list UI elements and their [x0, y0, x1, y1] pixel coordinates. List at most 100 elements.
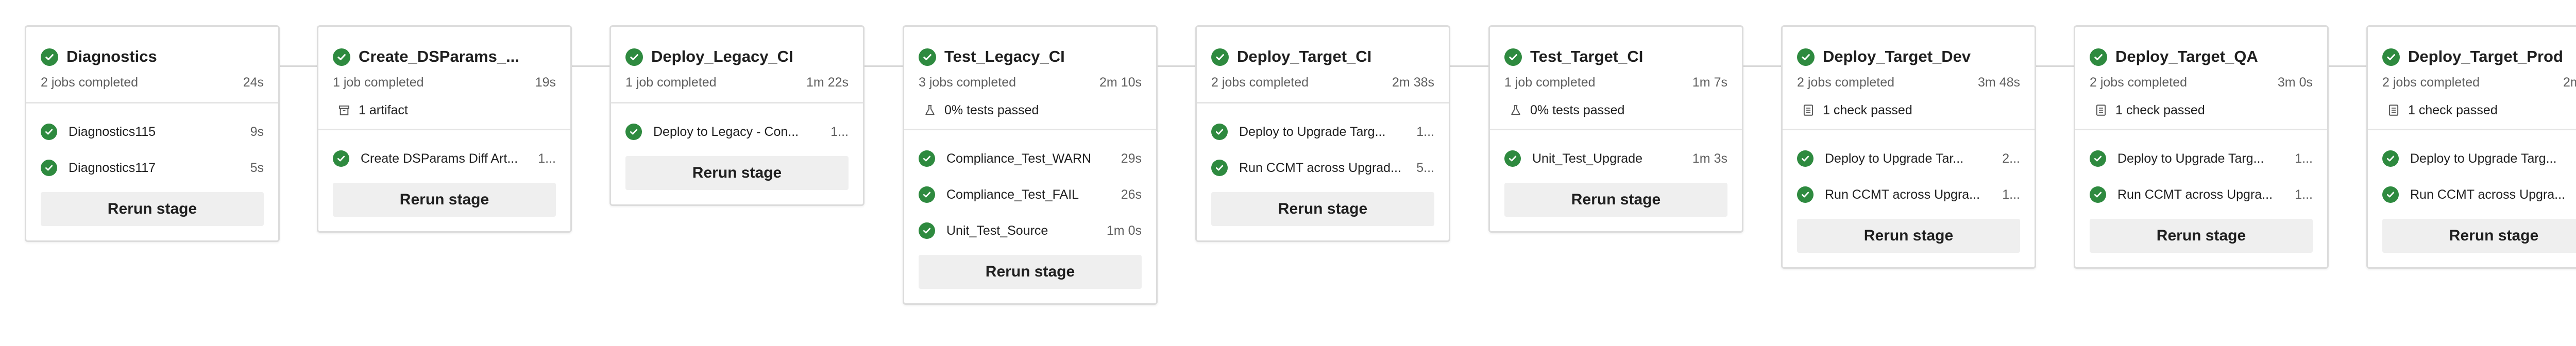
- stage-extra-info[interactable]: 1 check passed: [1783, 97, 2035, 124]
- stage-title[interactable]: Deploy_Target_Prod: [2408, 46, 2563, 68]
- stage-extra-info[interactable]: 1 check passed: [2075, 97, 2327, 124]
- checklist-icon: [2094, 103, 2108, 117]
- stage-title[interactable]: Deploy_Target_Dev: [1823, 46, 1971, 68]
- rerun-stage-button[interactable]: Rerun stage: [41, 192, 264, 226]
- job-row[interactable]: Run CCMT across Upgra... 1...: [2090, 177, 2313, 213]
- job-row[interactable]: Deploy to Upgrade Targ... 1...: [1211, 114, 1434, 150]
- rerun-stage-button[interactable]: Rerun stage: [625, 156, 849, 190]
- stage-header[interactable]: Test_Target_CI: [1490, 27, 1742, 68]
- rerun-stage-button[interactable]: Rerun stage: [919, 255, 1142, 289]
- job-name[interactable]: Deploy to Upgrade Targ...: [1239, 125, 1405, 140]
- job-duration: 1m 0s: [1106, 223, 1142, 238]
- job-row[interactable]: Run CCMT across Upgrad... 5...: [1211, 150, 1434, 186]
- stage-meta: 1 job completed 19s: [318, 68, 570, 97]
- flask-icon: [923, 103, 937, 117]
- stage-header[interactable]: Deploy_Target_CI: [1197, 27, 1449, 68]
- job-row[interactable]: Diagnostics115 9s: [41, 114, 264, 150]
- stage-duration: 1m 22s: [806, 75, 849, 90]
- success-check-icon: [625, 124, 642, 140]
- stage-header[interactable]: Create_DSParams_...: [318, 27, 570, 68]
- job-row[interactable]: Compliance_Test_FAIL 26s: [919, 177, 1142, 213]
- job-duration: 26s: [1121, 187, 1142, 202]
- job-row[interactable]: Run CCMT across Upgra...1...: [2382, 177, 2576, 213]
- stage-card[interactable]: Test_Target_CI 1 job completed 1m 7s 0% tes…: [1488, 25, 1743, 233]
- job-row[interactable]: Diagnostics117 5s: [41, 150, 264, 186]
- job-name[interactable]: Diagnostics117: [69, 161, 239, 176]
- job-name[interactable]: Unit_Test_Upgrade: [1532, 151, 1681, 166]
- stage-title[interactable]: Test_Target_CI: [1530, 46, 1643, 68]
- stage-card[interactable]: Deploy_Target_QA 2 jobs completed 3m 0s 1 c…: [2074, 25, 2329, 269]
- stage-card[interactable]: Deploy_Target_Prod 2 jobs completed 2m 55s…: [2366, 25, 2576, 269]
- stage-card[interactable]: Test_Legacy_CI 3 jobs completed 2m 10s 0% t…: [903, 25, 1158, 305]
- job-list: Deploy to Legacy - Con... 1...: [611, 103, 863, 150]
- job-duration: 1...: [831, 124, 849, 139]
- stage-extra-info[interactable]: 0% tests passed: [904, 97, 1156, 124]
- job-list: Deploy to Upgrade Tar... 2... Run CCMT acr…: [1783, 130, 2035, 213]
- stage-duration: 2m 38s: [1392, 75, 1434, 90]
- job-list: Unit_Test_Upgrade 1m 3s: [1490, 130, 1742, 177]
- stage-card[interactable]: Diagnostics 2 jobs completed 24s Diagnostic…: [25, 25, 280, 242]
- job-row[interactable]: Deploy to Upgrade Tar... 2...: [1797, 141, 2020, 177]
- stage-header[interactable]: Deploy_Legacy_CI: [611, 27, 863, 68]
- stage-summary: 2 jobs completed: [41, 75, 139, 90]
- stage-header[interactable]: Deploy_Target_Dev: [1783, 27, 2035, 68]
- rerun-stage-button[interactable]: Rerun stage: [2090, 219, 2313, 253]
- job-name[interactable]: Create DSParams Diff Art...: [361, 151, 527, 166]
- stage-title[interactable]: Test_Legacy_CI: [944, 46, 1065, 68]
- rerun-stage-button[interactable]: Rerun stage: [1211, 192, 1434, 226]
- stage-header[interactable]: Deploy_Target_QA: [2075, 27, 2327, 68]
- rerun-stage-button[interactable]: Rerun stage: [1504, 183, 1727, 217]
- job-list: Diagnostics115 9s Diagnostics117 5s: [26, 103, 278, 186]
- success-check-icon: [333, 48, 350, 66]
- stage-summary: 2 jobs completed: [1797, 75, 1895, 90]
- job-name[interactable]: Run CCMT across Upgra...: [2117, 187, 2283, 202]
- job-duration: 1...: [2295, 187, 2313, 202]
- job-name[interactable]: Compliance_Test_FAIL: [946, 187, 1110, 202]
- job-name[interactable]: Deploy to Legacy - Con...: [653, 125, 819, 140]
- rerun-stage-button[interactable]: Rerun stage: [333, 183, 556, 217]
- stage-header[interactable]: Test_Legacy_CI: [904, 27, 1156, 68]
- job-name[interactable]: Deploy to Upgrade Tar...: [1825, 151, 1991, 166]
- stage-title[interactable]: Deploy_Target_CI: [1237, 46, 1371, 68]
- stage-card[interactable]: Create_DSParams_... 1 job completed 19s 1 a…: [317, 25, 572, 233]
- job-name[interactable]: Run CCMT across Upgra...: [2410, 187, 2576, 202]
- stage-card[interactable]: Deploy_Target_CI 2 jobs completed 2m 38s De…: [1195, 25, 1450, 242]
- rerun-stage-button[interactable]: Rerun stage: [2382, 219, 2576, 253]
- job-row[interactable]: Deploy to Upgrade Targ... 1...: [2090, 141, 2313, 177]
- rerun-stage-button[interactable]: Rerun stage: [1797, 219, 2020, 253]
- stage-extra-info[interactable]: 1 check passed: [2368, 97, 2576, 124]
- stage-card[interactable]: Deploy_Target_Dev 2 jobs completed 3m 48s 1…: [1781, 25, 2036, 269]
- stage-connector: [865, 65, 903, 67]
- stage-extra-text: 1 check passed: [2115, 102, 2205, 117]
- job-list: Deploy to Upgrade Targ...1m...Run CCMT a…: [2368, 130, 2576, 213]
- stage-header[interactable]: Diagnostics: [26, 27, 278, 68]
- success-check-icon: [625, 48, 643, 66]
- job-row[interactable]: Compliance_Test_WARN 29s: [919, 141, 1142, 177]
- job-name[interactable]: Diagnostics115: [69, 125, 239, 140]
- job-row[interactable]: Create DSParams Diff Art... 1...: [333, 141, 556, 177]
- stage-title[interactable]: Deploy_Legacy_CI: [651, 46, 793, 68]
- stage-meta: 3 jobs completed 2m 10s: [904, 68, 1156, 97]
- job-row[interactable]: Deploy to Legacy - Con... 1...: [625, 114, 849, 150]
- job-name[interactable]: Run CCMT across Upgrad...: [1239, 161, 1405, 176]
- stage-meta: 2 jobs completed 2m 38s: [1197, 68, 1449, 97]
- success-check-icon: [919, 48, 936, 66]
- stage-extra-info[interactable]: 1 artifact: [318, 97, 570, 124]
- job-name[interactable]: Compliance_Test_WARN: [946, 151, 1110, 166]
- stage-summary: 2 jobs completed: [2090, 75, 2188, 90]
- job-row[interactable]: Unit_Test_Upgrade 1m 3s: [1504, 141, 1727, 177]
- job-row[interactable]: Deploy to Upgrade Targ...1m...: [2382, 141, 2576, 177]
- job-row[interactable]: Unit_Test_Source 1m 0s: [919, 213, 1142, 249]
- stage-title[interactable]: Diagnostics: [66, 46, 157, 68]
- stage-extra-info[interactable]: 0% tests passed: [1490, 97, 1742, 124]
- job-name[interactable]: Deploy to Upgrade Targ...: [2410, 151, 2565, 166]
- job-name[interactable]: Unit_Test_Source: [946, 223, 1095, 238]
- stage-title[interactable]: Create_DSParams_...: [359, 46, 519, 68]
- stage-card[interactable]: Deploy_Legacy_CI 1 job completed 1m 22s Dep…: [609, 25, 865, 206]
- job-row[interactable]: Run CCMT across Upgra...1...: [1797, 177, 2020, 213]
- job-name[interactable]: Deploy to Upgrade Targ...: [2117, 151, 2283, 166]
- stage-header[interactable]: Deploy_Target_Prod: [2368, 27, 2576, 68]
- stage-title[interactable]: Deploy_Target_QA: [2115, 46, 2258, 68]
- stage-connector: [2036, 65, 2074, 67]
- job-name[interactable]: Run CCMT across Upgra...: [1825, 187, 1991, 202]
